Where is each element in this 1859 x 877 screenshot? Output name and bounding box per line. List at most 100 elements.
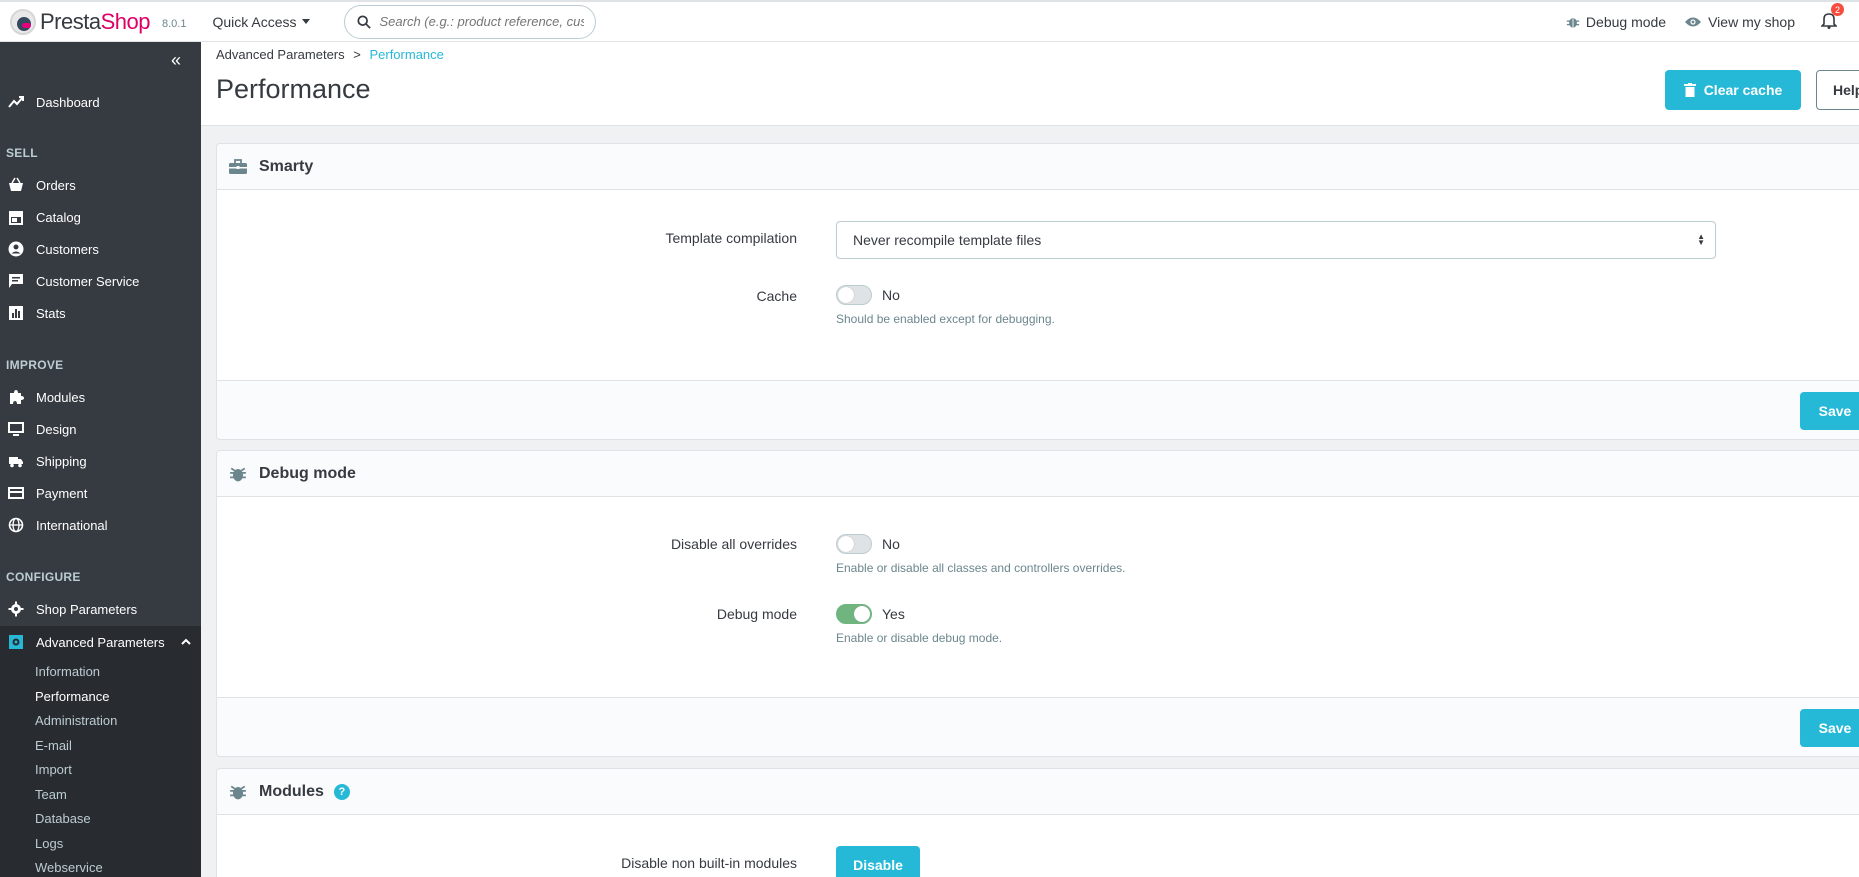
debug-mode-label: Debug mode [716, 606, 797, 622]
prestashop-logo[interactable]: PrestaShop [10, 8, 150, 35]
view-shop-label: View my shop [1708, 14, 1795, 30]
bug-icon [1566, 18, 1580, 29]
breadcrumb-parent[interactable]: Advanced Parameters [216, 47, 345, 62]
sidebar-item-orders[interactable]: Orders [0, 171, 201, 199]
credit-card-icon [8, 487, 24, 499]
sidebar-item-customers[interactable]: Customers [0, 235, 201, 263]
clear-cache-button[interactable]: Clear cache [1665, 70, 1801, 110]
caret-down-icon [302, 19, 311, 24]
globe-icon [8, 517, 24, 533]
template-compilation-select[interactable]: Never recompile template files ▲ ▼ [836, 221, 1716, 259]
sidebar-item-label: Shipping [36, 453, 87, 469]
sidebar-item-label: International [36, 517, 108, 533]
debug-mode-value: Yes [882, 606, 905, 622]
breadcrumb: Advanced Parameters > Performance [216, 47, 444, 62]
quick-access-dropdown[interactable]: Quick Access [212, 14, 311, 30]
cache-toggle[interactable] [836, 285, 872, 305]
debug-panel-footer: Save [217, 697, 1859, 756]
submenu-item-database[interactable]: Database [35, 811, 91, 826]
smarty-panel-footer: Save [217, 380, 1859, 439]
smarty-panel: Smarty Template compilation Never recomp… [216, 143, 1859, 440]
sidebar-item-label: Orders [36, 177, 76, 193]
search-icon [357, 14, 372, 29]
sidebar-item-modules[interactable]: Modules [0, 383, 201, 411]
submenu-item-information[interactable]: Information [35, 664, 100, 679]
modules-panel-title: Modules [259, 782, 324, 800]
overrides-switch-row: No [836, 534, 1125, 554]
sidebar-item-label: Customers [36, 241, 99, 257]
chat-icon [9, 274, 23, 288]
logo-text-part1: Presta [40, 8, 101, 34]
breadcrumb-current: Performance [369, 47, 444, 62]
modules-panel-header: Modules ? [217, 769, 1859, 815]
submenu-item-logs[interactable]: Logs [35, 836, 63, 851]
debug-save-button[interactable]: Save [1800, 709, 1859, 747]
select-arrows-icon: ▲ ▼ [1697, 232, 1705, 247]
sidebar-item-customer-service[interactable]: Customer Service [0, 267, 201, 295]
sidebar-item-shop-parameters[interactable]: Shop Parameters [0, 595, 201, 623]
debug-mode-link[interactable]: Debug mode [1566, 14, 1666, 30]
cache-switch-row: No [836, 285, 1055, 305]
bar-chart-icon [9, 306, 23, 320]
sidebar-item-stats[interactable]: Stats [0, 299, 201, 327]
page-header: Advanced Parameters > Performance Perfor… [201, 42, 1859, 126]
submenu-item-email[interactable]: E-mail [35, 738, 72, 753]
sidebar-item-design[interactable]: Design [0, 415, 201, 443]
section-heading-configure: CONFIGURE [6, 570, 81, 584]
help-question-icon[interactable]: ? [333, 783, 350, 800]
submenu-item-webservice[interactable]: Webservice [35, 860, 103, 875]
debug-mode-control: Yes Enable or disable debug mode. [836, 604, 1002, 645]
debug-mode-label: Debug mode [1585, 14, 1667, 30]
disable-overrides-toggle[interactable] [836, 534, 872, 554]
disable-modules-button[interactable]: Disable [836, 846, 920, 877]
collapse-sidebar-icon[interactable]: « [171, 50, 181, 71]
sidebar-item-label: Stats [36, 305, 66, 321]
debug-panel-title: Debug mode [259, 464, 356, 482]
account-circle-icon [8, 241, 24, 257]
basket-icon [9, 177, 23, 191]
debug-help-text: Enable or disable debug mode. [836, 631, 1003, 645]
sidebar-item-label: Dashboard [36, 94, 100, 110]
template-compilation-select-wrapper: Never recompile template files ▲ ▼ [836, 221, 1716, 259]
disable-overrides-label: Disable all overrides [670, 536, 797, 552]
sidebar-item-dashboard[interactable]: Dashboard [0, 88, 201, 116]
sidebar: « Dashboard SELL Orders Catalog Customer… [0, 42, 201, 877]
desktop-icon [8, 422, 24, 436]
debug-switch-row: Yes [836, 604, 1002, 624]
trash-icon [1683, 83, 1696, 97]
notifications-button[interactable]: 2 [1820, 3, 1844, 32]
section-heading-improve: IMPROVE [6, 358, 64, 372]
cache-label: Cache [756, 288, 797, 304]
debug-mode-panel: Debug mode Disable all overrides No Enab… [216, 450, 1859, 757]
sidebar-item-payment[interactable]: Payment [0, 479, 201, 507]
disable-overrides-control: No Enable or disable all classes and con… [836, 534, 1125, 575]
help-button[interactable]: Help [1816, 70, 1859, 110]
smarty-panel-header: Smarty [217, 144, 1859, 190]
disable-nonbuiltin-label: Disable non built-in modules [621, 855, 797, 871]
search-input[interactable] [379, 14, 585, 29]
smarty-save-button[interactable]: Save [1800, 392, 1859, 430]
submenu-item-team[interactable]: Team [35, 787, 67, 802]
sidebar-item-label: Design [36, 421, 77, 437]
sidebar-item-shipping[interactable]: Shipping [0, 447, 201, 475]
gear-icon [8, 601, 24, 617]
sidebar-item-label: Advanced Parameters [36, 634, 165, 650]
sidebar-item-advanced-parameters[interactable]: Advanced Parameters [0, 626, 201, 658]
sidebar-item-label: Shop Parameters [36, 601, 138, 617]
submenu-item-performance[interactable]: Performance [35, 689, 109, 704]
truck-icon [9, 457, 23, 468]
bug-icon [230, 467, 246, 481]
search-box[interactable] [344, 4, 597, 39]
bug-icon [230, 785, 246, 799]
debug-mode-toggle[interactable] [836, 604, 872, 624]
cache-help-text: Should be enabled except for debugging. [836, 312, 1055, 326]
submenu-item-import[interactable]: Import [35, 762, 72, 777]
sidebar-item-international[interactable]: International [0, 511, 201, 539]
page-title: Performance [216, 74, 371, 104]
submenu-item-administration[interactable]: Administration [35, 713, 117, 728]
sidebar-item-label: Catalog [36, 209, 81, 225]
logo-text: PrestaShop [40, 9, 150, 35]
view-shop-link[interactable]: View my shop [1684, 14, 1795, 30]
sidebar-item-catalog[interactable]: Catalog [0, 203, 201, 231]
store-icon [9, 211, 23, 225]
